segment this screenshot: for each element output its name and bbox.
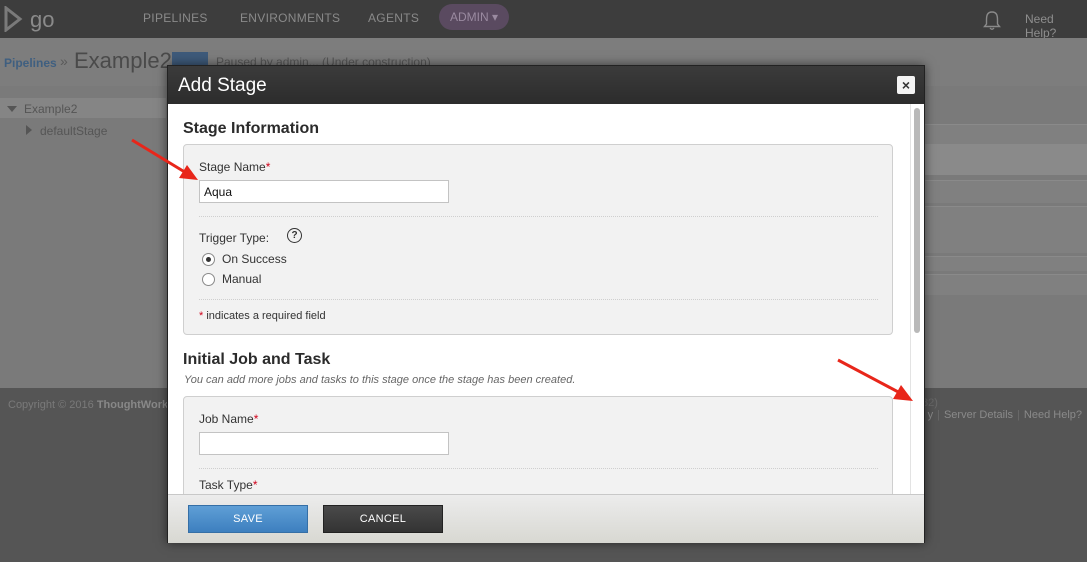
right-panel-row (924, 180, 1087, 203)
nav-agents[interactable]: AGENTS (368, 11, 419, 25)
required-mark: * (265, 160, 271, 174)
right-panel-row (924, 256, 1087, 271)
cancel-button[interactable]: CANCEL (323, 505, 443, 533)
radio-on-success-label[interactable]: On Success (222, 252, 287, 266)
job-name-label-text: Job Name (199, 412, 254, 426)
stage-name-input[interactable] (199, 180, 449, 203)
dialog-body: Stage Information Stage Name* Trigger Ty… (168, 104, 924, 494)
chevron-down-icon: ▾ (491, 10, 499, 24)
copyright-prefix: Copyright © 2016 (8, 399, 94, 411)
dialog-title: Add Stage (178, 75, 267, 96)
nav-environments[interactable]: ENVIRONMENTS (240, 11, 340, 25)
initial-job-hint: You can add more jobs and tasks to this … (184, 374, 576, 386)
company-link[interactable]: ThoughtWorks (97, 399, 174, 411)
divider (199, 299, 878, 300)
divider (199, 216, 878, 217)
scrollbar-thumb[interactable] (914, 108, 920, 333)
expand-icon[interactable] (7, 106, 17, 112)
nav-pipelines[interactable]: PIPELINES (143, 11, 208, 25)
radio-manual-label[interactable]: Manual (222, 272, 261, 286)
copyright-text: Copyright © 2016 ThoughtWorks (8, 399, 174, 411)
footer-links: y | Server Details | Need Help? (927, 409, 1082, 421)
save-button[interactable]: SAVE (188, 505, 308, 533)
footer-link-need-help[interactable]: Need Help? (1024, 409, 1082, 421)
collapse-icon[interactable] (26, 125, 32, 135)
close-icon[interactable]: × (897, 76, 915, 94)
stage-information-panel: Stage Name* Trigger Type: ? On Success M… (183, 144, 893, 335)
job-name-input[interactable] (199, 432, 449, 455)
required-mark: * (252, 478, 258, 492)
right-panel-header (924, 144, 1087, 175)
help-icon[interactable]: ? (287, 228, 302, 243)
page-title: Example2 (74, 48, 172, 73)
add-stage-dialog: Add Stage × Stage Information Stage Name… (167, 65, 925, 543)
dialog-scrollbar[interactable] (910, 104, 924, 494)
required-mark: * (253, 412, 259, 426)
footer-link-server-details[interactable]: Server Details (944, 409, 1013, 421)
dialog-footer: SAVE CANCEL (168, 494, 924, 543)
svg-text:go: go (30, 7, 54, 32)
required-field-note: * indicates a required field (199, 310, 326, 322)
trigger-type-label: Trigger Type: (199, 231, 270, 245)
tree-item-pipeline[interactable]: Example2 (24, 102, 77, 116)
task-type-label: Task Type* (199, 478, 257, 492)
required-mark: * (199, 310, 204, 322)
right-panel-row (924, 206, 1087, 253)
nav-admin-label: ADMIN (449, 10, 489, 24)
required-note-text: indicates a required field (206, 310, 326, 322)
initial-job-panel: Job Name* Task Type* (183, 396, 893, 494)
divider (199, 468, 878, 469)
initial-job-heading: Initial Job and Task (183, 351, 331, 368)
stage-information-heading: Stage Information (183, 120, 320, 137)
stage-name-label-text: Stage Name (199, 160, 266, 174)
task-type-label-text: Task Type (199, 478, 253, 492)
radio-on-success[interactable] (202, 253, 215, 266)
bell-icon[interactable] (982, 9, 1002, 31)
job-name-label: Job Name* (199, 412, 258, 426)
breadcrumb-separator: » (60, 53, 68, 69)
stage-name-label: Stage Name* (199, 160, 270, 174)
footer-link-truncated[interactable]: y (928, 409, 934, 421)
tree-item-stage[interactable]: defaultStage (40, 124, 107, 138)
nav-admin[interactable]: ADMIN ▾ (439, 4, 509, 30)
go-logo[interactable]: go (4, 4, 74, 34)
need-help-link[interactable]: Need Help? (1025, 12, 1087, 40)
go-logo-icon: go (4, 4, 54, 34)
radio-manual[interactable] (202, 273, 215, 286)
right-panel-row (924, 274, 1087, 295)
breadcrumb-pipelines-link[interactable]: Pipelines (4, 56, 57, 70)
top-navigation-bar: go PIPELINES ENVIRONMENTS AGENTS ADMIN ▾… (0, 0, 1087, 40)
dialog-header: Add Stage × (168, 66, 924, 104)
